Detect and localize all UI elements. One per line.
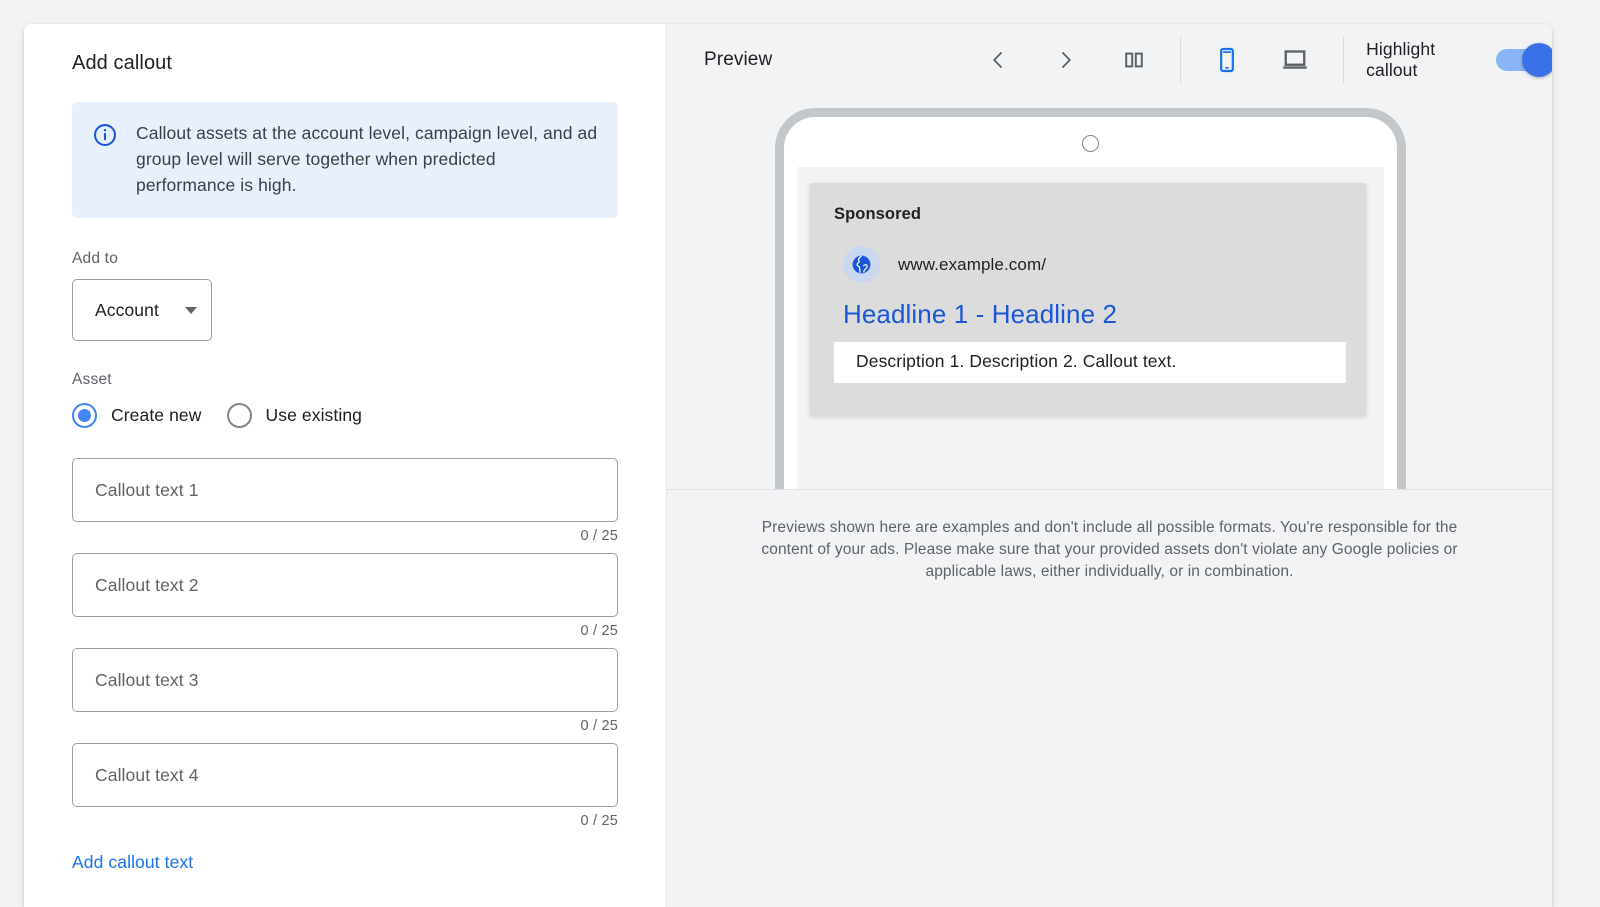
callout-form-panel: Add callout Callout assets at the accoun… [24, 24, 667, 907]
side-by-side-icon[interactable] [1112, 38, 1156, 82]
phone-camera-icon [1082, 135, 1099, 152]
radio-create-new[interactable]: Create new [72, 403, 202, 428]
phone-screen: Sponsored www.example.com/ [797, 167, 1384, 490]
toolbar-divider-2 [1343, 36, 1344, 84]
info-banner-text: Callout assets at the account level, cam… [136, 120, 598, 198]
add-to-select[interactable]: Account [72, 279, 212, 341]
phone-mockup: Sponsored www.example.com/ [775, 108, 1406, 490]
preview-disclaimer: Previews shown here are examples and don… [667, 490, 1552, 583]
radio-selected-dot [78, 409, 91, 422]
preview-panel: Preview [667, 24, 1552, 907]
info-icon [92, 122, 118, 148]
highlight-callout-control[interactable]: Highlight callout [1366, 39, 1552, 81]
preview-nav-group [976, 38, 1156, 82]
preview-title: Preview [704, 49, 772, 71]
add-callout-text-link[interactable]: Add callout text [72, 852, 193, 873]
asset-radio-group: Create new Use existing [72, 403, 666, 428]
callout-text-3-counter: 0 / 25 [72, 718, 618, 734]
page-title: Add callout [72, 52, 666, 75]
preview-stage: Sponsored www.example.com/ [667, 96, 1552, 490]
chevron-left-icon[interactable] [976, 38, 1020, 82]
highlight-callout-label: Highlight callout [1366, 39, 1480, 81]
radio-create-new-label: Create new [111, 405, 202, 426]
chevron-down-icon [185, 307, 197, 314]
radio-use-existing[interactable]: Use existing [227, 403, 363, 428]
ad-preview-card: Sponsored www.example.com/ [810, 183, 1366, 415]
ad-headline[interactable]: Headline 1 - Headline 2 [843, 299, 1344, 330]
ad-display-url: www.example.com/ [898, 255, 1046, 275]
preview-toolbar: Preview [667, 24, 1552, 96]
callout-text-2-field[interactable]: Callout text 2 [72, 553, 618, 617]
callout-text-3-field[interactable]: Callout text 3 [72, 648, 618, 712]
highlight-callout-toggle[interactable] [1496, 49, 1552, 71]
chevron-right-icon[interactable] [1044, 38, 1088, 82]
info-banner: Callout assets at the account level, cam… [72, 102, 618, 218]
desktop-device-icon[interactable] [1273, 38, 1317, 82]
callout-text-2-placeholder: Callout text 2 [95, 575, 199, 596]
callout-text-4-field[interactable]: Callout text 4 [72, 743, 618, 807]
add-to-section: Add to Account [72, 250, 666, 341]
add-to-label: Add to [72, 250, 666, 268]
callout-text-1-counter: 0 / 25 [72, 528, 618, 544]
sponsored-label: Sponsored [834, 205, 1344, 224]
add-callout-dialog: Add callout Callout assets at the accoun… [24, 24, 1552, 907]
callout-text-2-counter: 0 / 25 [72, 623, 618, 639]
ad-description-highlighted: Description 1. Description 2. Callout te… [834, 342, 1346, 383]
globe-icon [843, 246, 880, 283]
radio-create-new-control[interactable] [72, 403, 97, 428]
callout-text-3-placeholder: Callout text 3 [95, 670, 199, 691]
ad-url-row: www.example.com/ [843, 246, 1344, 283]
callout-text-4-counter: 0 / 25 [72, 813, 618, 829]
mobile-device-icon[interactable] [1205, 38, 1249, 82]
callout-text-4-placeholder: Callout text 4 [95, 765, 199, 786]
add-to-selected-value: Account [95, 300, 179, 321]
callout-fields-list: Callout text 1 0 / 25 Callout text 2 0 /… [72, 458, 618, 873]
asset-label: Asset [72, 371, 666, 389]
toolbar-divider-1 [1180, 36, 1181, 84]
callout-text-1-placeholder: Callout text 1 [95, 480, 199, 501]
device-toggle-group [1205, 38, 1317, 82]
radio-use-existing-label: Use existing [266, 405, 363, 426]
callout-text-1-field[interactable]: Callout text 1 [72, 458, 618, 522]
radio-use-existing-control[interactable] [227, 403, 252, 428]
toggle-knob [1522, 43, 1552, 77]
app-root: Add callout Callout assets at the accoun… [0, 0, 1600, 907]
asset-section: Asset Create new Use existing [72, 371, 666, 428]
